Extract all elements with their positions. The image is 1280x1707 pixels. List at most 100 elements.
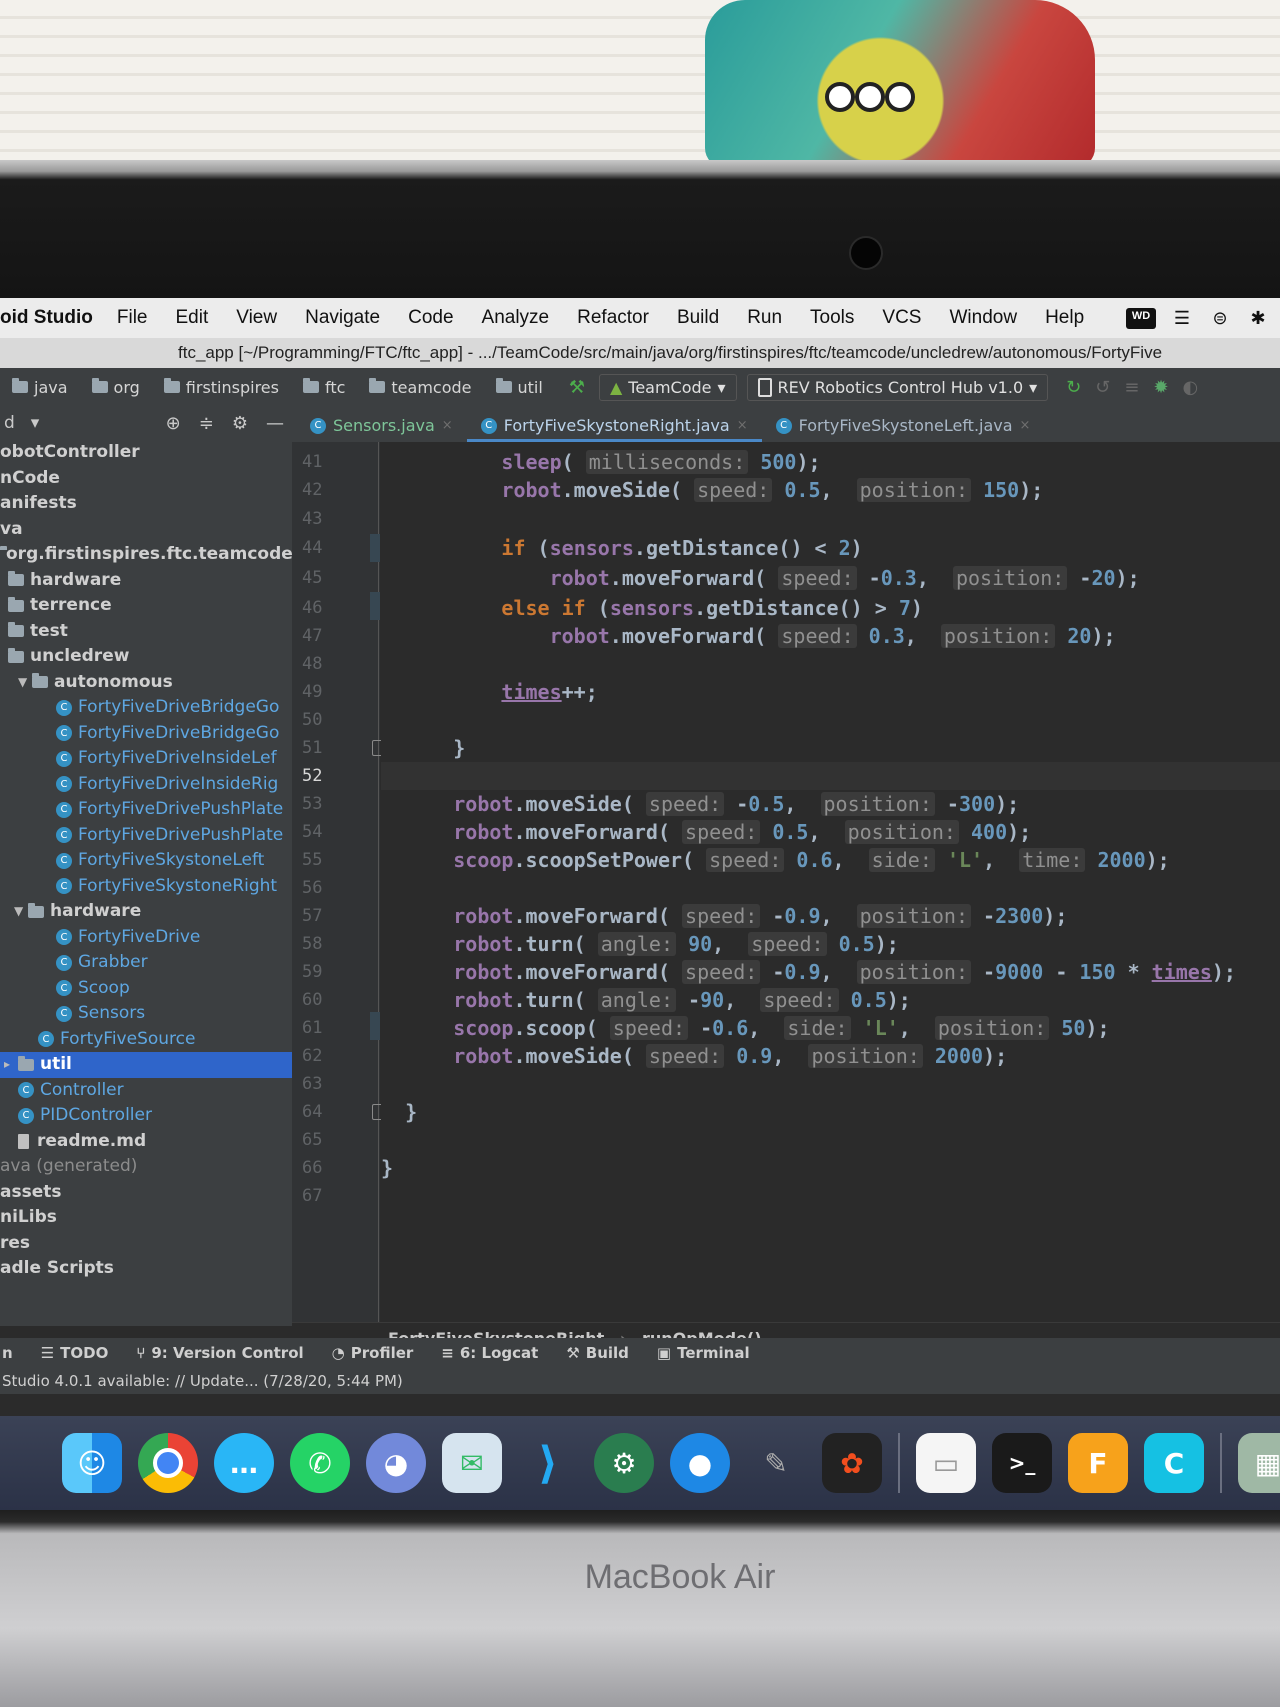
crumb-util[interactable]: util (495, 378, 543, 397)
line-number[interactable]: 46 (302, 594, 322, 622)
tree-item[interactable]: C FortyFiveDrivePushPlate (0, 797, 292, 823)
line-number[interactable]: 57 (302, 902, 322, 930)
close-icon[interactable]: × (1020, 418, 1031, 433)
line-number[interactable]: 50 (302, 706, 322, 734)
chevron-down-icon[interactable]: ▾ (31, 413, 40, 433)
tree-item[interactable]: uncledrew (0, 644, 292, 670)
drive-icon[interactable]: ☰ (1170, 308, 1194, 329)
line-number[interactable]: 41 (302, 448, 322, 476)
line-number[interactable]: 56 (302, 874, 322, 902)
line-number[interactable]: 51 (302, 734, 322, 762)
crumb-firstinspires[interactable]: firstinspires (163, 378, 279, 397)
line-number[interactable]: 53 (302, 790, 322, 818)
tool-profiler[interactable]: ◔ Profiler (332, 1344, 414, 1362)
tree-item[interactable]: C FortyFiveDriveBridgeGo (0, 721, 292, 747)
line-number[interactable]: 66 (302, 1154, 322, 1182)
project-view-label[interactable]: d (4, 413, 15, 433)
tool-build[interactable]: ⚒ Build (566, 1344, 629, 1362)
attach-debugger-icon[interactable]: ◐ (1183, 377, 1199, 398)
cinema-icon[interactable]: C (1144, 1433, 1204, 1493)
line-number[interactable]: 49 (302, 678, 322, 706)
discord-icon[interactable]: ◕ (366, 1433, 426, 1493)
line-number[interactable]: 61 (302, 1014, 322, 1042)
tree-item[interactable]: ▸ util (0, 1052, 292, 1078)
tool-todo[interactable]: ☰ TODO (41, 1344, 109, 1362)
line-number[interactable]: 44 (302, 534, 322, 562)
tree-item[interactable]: C FortyFiveDrive (0, 925, 292, 951)
run-config-select[interactable]: ▲ TeamCode ▾ (598, 373, 737, 401)
gear-icon[interactable]: ⚙ (232, 413, 248, 434)
expand-arrow-icon[interactable]: ▼ (14, 899, 28, 925)
tree-item[interactable]: C Scoop (0, 976, 292, 1002)
line-number[interactable]: 45 (302, 564, 322, 592)
line-number[interactable]: 48 (302, 650, 322, 678)
crumb-java[interactable]: java (12, 378, 68, 397)
close-icon[interactable]: × (442, 418, 453, 433)
line-number[interactable]: 54 (302, 818, 322, 846)
line-number[interactable]: 63 (302, 1070, 322, 1098)
crumb-ftc[interactable]: ftc (302, 378, 345, 397)
tree-item[interactable]: terrence (0, 593, 292, 619)
line-number[interactable]: 67 (302, 1182, 322, 1210)
gimp-icon[interactable]: ✎ (746, 1433, 806, 1493)
line-number[interactable]: 42 (302, 476, 322, 504)
whatsapp-icon[interactable]: ✆ (290, 1433, 350, 1493)
line-number[interactable]: 47 (302, 622, 322, 650)
preview-icon[interactable]: ✉ (442, 1433, 502, 1493)
menu-view[interactable]: View (236, 307, 277, 329)
crumb-org[interactable]: org (91, 378, 140, 397)
tree-item[interactable]: nCode (0, 466, 292, 492)
tree-item[interactable]: org.firstinspires.ftc.teamcode (0, 542, 292, 568)
list-icon[interactable]: ≡ (1124, 377, 1139, 398)
line-number[interactable]: 59 (302, 958, 322, 986)
chrome-icon[interactable] (138, 1433, 198, 1493)
tree-item[interactable]: anifests (0, 491, 292, 517)
tab-fortyfive-skystone-right[interactable]: C FortyFiveSkystoneRight.java × (466, 416, 762, 442)
collapse-all-icon[interactable]: ≑ (199, 413, 214, 434)
tree-item[interactable]: readme.md (0, 1129, 292, 1155)
tree-item[interactable]: ava (generated) (0, 1154, 292, 1180)
messages-icon[interactable]: … (214, 1433, 274, 1493)
collapse-arrow-icon[interactable]: ▸ (4, 1052, 18, 1078)
menu-help[interactable]: Help (1045, 307, 1084, 329)
tool-version-control[interactable]: ⑂ 9: Version Control (136, 1344, 303, 1362)
line-number[interactable]: 58 (302, 930, 322, 958)
tree-item[interactable]: ▼ hardware (0, 899, 292, 925)
locate-icon[interactable]: ⊕ (166, 413, 181, 434)
tool-logcat[interactable]: ≡ 6: Logcat (441, 1344, 538, 1362)
menu-build[interactable]: Build (677, 307, 719, 329)
terminal-app-icon[interactable]: >_ (992, 1433, 1052, 1493)
tree-item[interactable]: C Sensors (0, 1001, 292, 1027)
notes-icon[interactable]: ▭ (916, 1433, 976, 1493)
code-editor[interactable]: sleep( milliseconds: 500); robot.moveSid… (381, 442, 1280, 1322)
tree-item[interactable]: C FortyFiveSkystoneLeft (0, 848, 292, 874)
tool-terminal[interactable]: ▣ Terminal (657, 1344, 750, 1362)
android-studio-icon[interactable]: ⚙ (594, 1433, 654, 1493)
line-number[interactable]: 65 (302, 1126, 322, 1154)
hide-icon[interactable]: — (266, 413, 284, 434)
line-number[interactable]: 52 (302, 762, 322, 790)
figma-icon[interactable]: ✿ (822, 1433, 882, 1493)
tree-item[interactable]: hardware (0, 568, 292, 594)
maps-icon[interactable]: ● (670, 1433, 730, 1493)
menu-run[interactable]: Run (747, 307, 782, 329)
line-number[interactable]: 60 (302, 986, 322, 1014)
apply-changes-icon[interactable]: ↻ (1066, 377, 1081, 398)
tree-item[interactable]: C Grabber (0, 950, 292, 976)
line-number[interactable]: 43 (302, 505, 322, 533)
tab-sensors[interactable]: C Sensors.java × (296, 416, 467, 442)
menu-code[interactable]: Code (408, 307, 453, 329)
menu-analyze[interactable]: Analyze (482, 307, 550, 329)
tree-item[interactable]: adle Scripts (0, 1256, 292, 1282)
menu-refactor[interactable]: Refactor (577, 307, 649, 329)
tree-item[interactable]: niLibs (0, 1205, 292, 1231)
menu-window[interactable]: Window (949, 307, 1017, 329)
menu-vcs[interactable]: VCS (882, 307, 921, 329)
bluetooth-icon[interactable]: ✱ (1246, 308, 1270, 329)
tree-item[interactable]: test (0, 619, 292, 645)
tree-item[interactable]: va (0, 517, 292, 543)
tree-item[interactable]: C FortyFiveDriveInsideRig (0, 772, 292, 798)
menu-tools[interactable]: Tools (810, 307, 854, 329)
tab-fortyfive-skystone-left[interactable]: C FortyFiveSkystoneLeft.java × (762, 416, 1045, 442)
downloads-stack-icon[interactable]: ▦ (1238, 1433, 1280, 1493)
